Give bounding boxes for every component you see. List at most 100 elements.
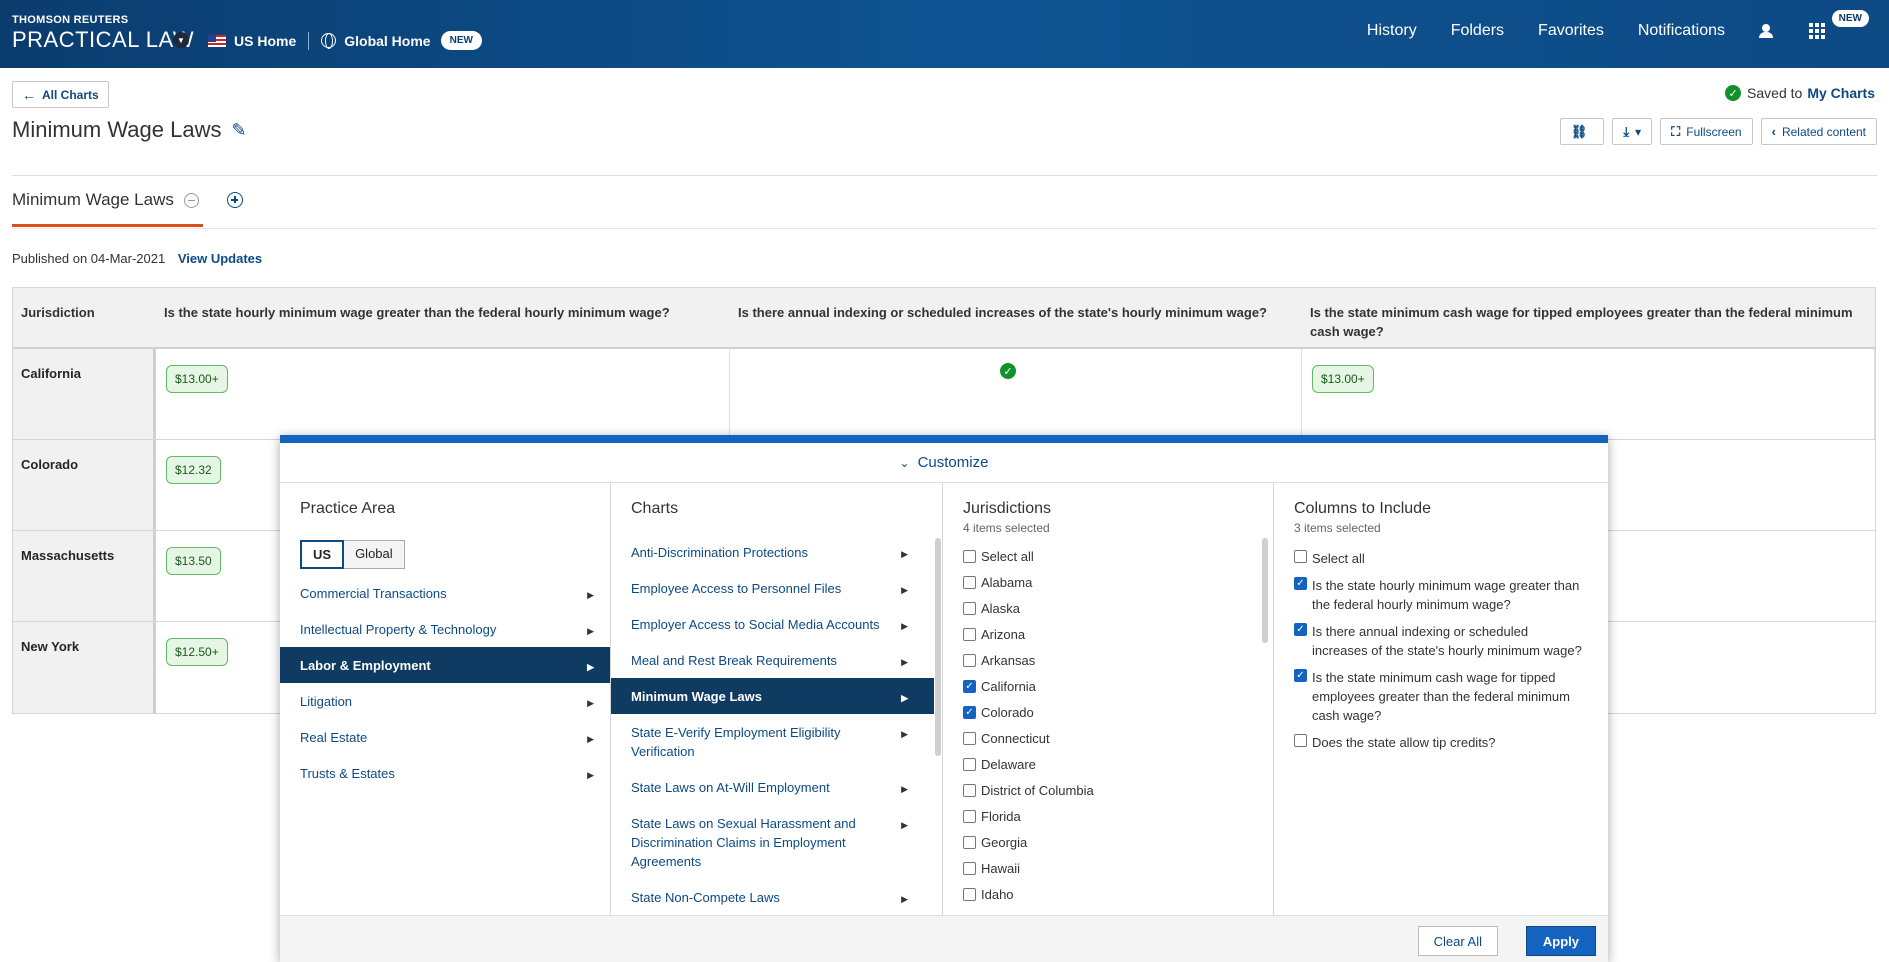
column-checkbox[interactable]: ✓ Is the state hourly minimum wage greate… [1294,576,1606,614]
download-button[interactable]: ⤓ ▾ [1612,118,1653,145]
charts-scrollbar[interactable] [935,538,941,756]
view-updates-link[interactable]: View Updates [178,251,262,266]
chart-item[interactable]: Employer Access to Social Media Accounts… [611,606,934,642]
checkbox-icon [963,602,976,615]
chart-label: Employee Access to Personnel Files [631,581,842,596]
link-icon: ⛓ [1570,123,1588,139]
divider [12,228,1877,229]
chart-item[interactable]: Meal and Rest Break Requirements ▶ [611,642,934,678]
chart-item-selected[interactable]: Minimum Wage Laws ▶ [611,678,934,714]
wage-pill[interactable]: $13.00+ [166,365,228,393]
practice-area-item[interactable]: Real Estate ▶ [280,719,610,755]
remove-tab-icon[interactable] [183,192,199,208]
chart-item[interactable]: Employee Access to Personnel Files ▶ [611,570,934,606]
checkbox-icon [963,758,976,771]
chart-item[interactable]: Anti-Discrimination Protections ▶ [611,534,934,570]
checkbox-label: Florida [981,809,1021,824]
column-checkbox[interactable]: ✓ Is the state minimum cash wage for tipp… [1294,668,1606,725]
practice-area-item-selected[interactable]: Labor & Employment ▶ [280,647,610,683]
add-tab-icon[interactable] [227,192,243,208]
jurisdiction-checkbox[interactable]: Georgia [963,835,1273,861]
chart-item[interactable]: State Laws on Sexual Harassment and Disc… [611,805,934,879]
chart-item[interactable]: State E-Verify Employment Eligibility Ve… [611,714,934,769]
jurisdiction-checkbox[interactable]: Connecticut [963,731,1273,757]
brand-big-text: PRACTICAL LAW [12,27,195,52]
wage-pill[interactable]: $13.50 [166,547,221,575]
jurisdiction-checkbox[interactable]: District of Columbia [963,783,1273,809]
practice-area-label: Litigation [300,694,353,709]
main-nav: History Folders Favorites Notifications … [1367,10,1889,40]
jurisdiction-checkbox[interactable]: Florida [963,809,1273,835]
wage-pill[interactable]: $12.50+ [166,638,228,666]
brand-logo[interactable]: THOMSON REUTERS PRACTICAL LAW [12,14,194,53]
jurisdiction-checkbox[interactable]: Idaho [963,887,1273,913]
jurisdiction-checkbox[interactable]: Alaska [963,601,1273,627]
us-home-link[interactable]: US Home [234,33,296,49]
chart-item[interactable]: State Non-Compete Laws ▶ [611,879,934,915]
checkbox-icon [963,576,976,589]
jurisdiction-checkbox[interactable]: Hawaii [963,861,1273,887]
checkbox-icon [1294,550,1307,563]
toggle-us[interactable]: US [300,540,345,569]
fullscreen-button[interactable]: ⛶ Fullscreen [1660,118,1753,145]
jurisdiction-checkbox[interactable]: ✓ California [963,679,1273,705]
link-button[interactable]: ⛓ [1559,118,1605,145]
caret-right-icon: ▶ [901,894,908,904]
practice-area-item[interactable]: Intellectual Property & Technology ▶ [280,611,610,647]
jurisdiction-checkbox[interactable]: Arkansas [963,653,1273,679]
my-charts-link[interactable]: My Charts [1807,85,1875,101]
pencil-icon[interactable]: ✎ [231,120,246,141]
chart-item[interactable]: State Laws on At-Will Employment ▶ [611,769,934,805]
columns-column: Columns to Include 3 items selected Sele… [1274,483,1606,915]
jurisdiction-checkbox[interactable]: Delaware [963,757,1273,783]
columns-count: 3 items selected [1294,521,1381,535]
chart-label: Anti-Discrimination Protections [631,545,809,560]
nav-favorites[interactable]: Favorites [1538,22,1604,40]
clear-all-button[interactable]: Clear All [1417,926,1498,956]
jurisdictions-scrollbar[interactable] [1262,538,1268,643]
nav-notifications[interactable]: Notifications [1638,22,1725,40]
caret-right-icon: ▶ [587,662,594,672]
checkbox-icon [963,654,976,667]
apply-button[interactable]: Apply [1525,926,1596,956]
charts-column: Charts Anti-Discrimination Protections ▶ … [611,483,943,915]
column-checkbox[interactable]: Does the state allow tip credits? [1294,733,1606,752]
checkbox-label: Is there annual indexing or scheduled in… [1312,624,1582,658]
checkbox-label: Idaho [981,887,1014,902]
nav-history[interactable]: History [1367,22,1417,40]
caret-right-icon: ▶ [587,770,594,780]
table-row: California $13.00+ ✓ $13.00+ [13,349,1875,440]
fullscreen-label: Fullscreen [1686,124,1742,139]
checkbox-label: Select all [981,549,1034,564]
jurisdiction-checkbox[interactable]: ✓ Colorado [963,705,1273,731]
brand-dropdown-icon[interactable]: ▼ [173,32,189,48]
column-checkbox[interactable]: Select all [1294,549,1606,568]
wage-pill[interactable]: $12.32 [166,456,221,484]
customize-title: Customize [917,454,989,471]
chart-label: Minimum Wage Laws [631,689,762,704]
table-header: Jurisdiction Is the state hourly minimum… [13,288,1875,349]
checkbox-checked-icon: ✓ [1294,623,1307,636]
related-content-button[interactable]: ‹ Related content [1760,118,1877,145]
tipped-wage-pill[interactable]: $13.00+ [1312,365,1374,393]
practice-area-item[interactable]: Litigation ▶ [280,683,610,719]
practice-area-item[interactable]: Commercial Transactions ▶ [280,575,610,611]
customize-toggle[interactable]: ⌄ Customize [280,443,1608,483]
apps-grid-icon[interactable] [1809,23,1825,39]
column-checkbox[interactable]: ✓ Is there annual indexing or scheduled i… [1294,622,1606,660]
jurisdiction-cell: Colorado [13,440,156,530]
all-charts-button[interactable]: ← All Charts [12,81,109,108]
jurisdiction-checkbox[interactable]: Arizona [963,627,1273,653]
chart-tab[interactable]: Minimum Wage Laws [12,190,199,210]
page-title-text: Minimum Wage Laws [12,117,222,142]
practice-area-item[interactable]: Trusts & Estates ▶ [280,755,610,791]
toggle-global[interactable]: Global [344,540,405,569]
user-icon[interactable] [1759,24,1773,38]
column-header: Jurisdiction [21,305,95,320]
checkbox-icon [963,550,976,563]
nav-folders[interactable]: Folders [1451,22,1504,40]
global-home-link[interactable]: Global Home [344,33,430,49]
page-title: Minimum Wage Laws ✎ [12,117,247,143]
jurisdiction-checkbox[interactable]: Alabama [963,575,1273,601]
jurisdiction-checkbox[interactable]: Select all [963,549,1273,575]
